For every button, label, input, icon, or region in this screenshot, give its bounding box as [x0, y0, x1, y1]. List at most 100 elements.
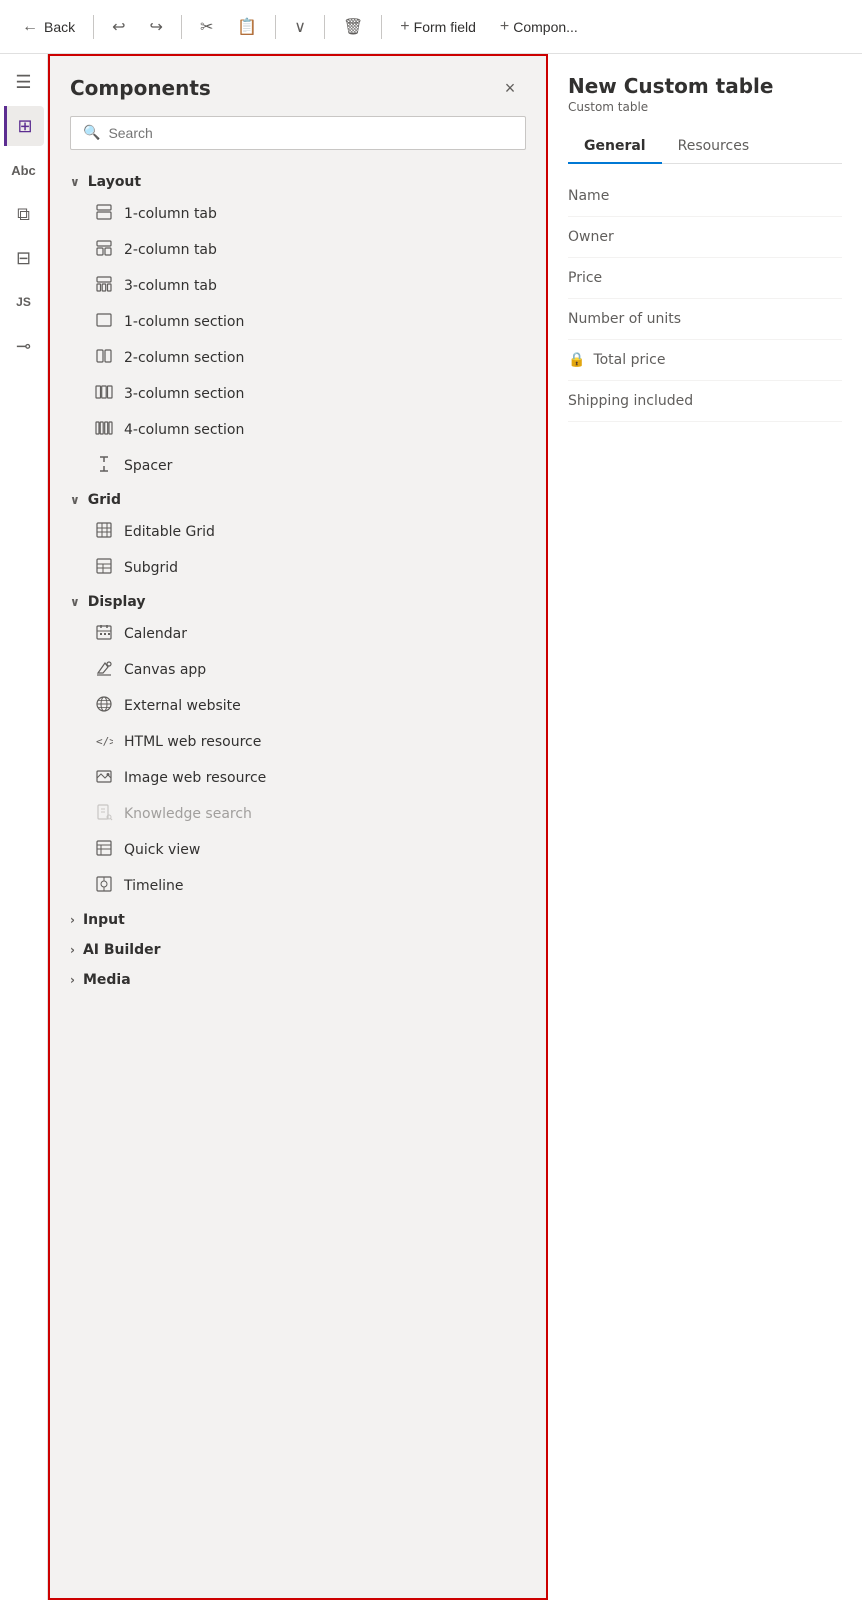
- component-image-web-resource[interactable]: Image web resource: [74, 760, 526, 796]
- table-icon: ⊟: [16, 248, 31, 269]
- canvas-app-icon: [94, 659, 114, 681]
- sidebar-grid-button[interactable]: ⊞: [4, 106, 44, 146]
- component-3-column-section[interactable]: 3-column section: [74, 376, 526, 412]
- panel-close-button[interactable]: ×: [494, 72, 526, 104]
- external-website-icon: [94, 695, 114, 717]
- panel-content: ∨ Layout 1-column tab: [50, 166, 546, 1014]
- field-price-label: Price: [568, 270, 602, 286]
- dropdown-icon: ∨: [294, 17, 306, 37]
- sidebar-text-button[interactable]: Abc: [4, 150, 44, 190]
- toolbar-divider-3: [275, 15, 276, 39]
- calendar-icon: [94, 623, 114, 645]
- component-3-column-tab[interactable]: 3-column tab: [74, 268, 526, 304]
- component-2-column-section[interactable]: 2-column section: [74, 340, 526, 376]
- back-button[interactable]: ← Back: [12, 12, 85, 42]
- cut-button[interactable]: ✂: [190, 11, 223, 43]
- toolbar-divider-4: [324, 15, 325, 39]
- component-calendar[interactable]: Calendar: [74, 616, 526, 652]
- component-html-web-resource[interactable]: </> HTML web resource: [74, 724, 526, 760]
- component-timeline[interactable]: Timeline: [74, 868, 526, 904]
- tabs: General Resources: [568, 130, 842, 164]
- field-number-of-units-label: Number of units: [568, 311, 681, 327]
- redo-icon: ↪: [150, 17, 163, 37]
- section-layout-header[interactable]: ∨ Layout: [70, 166, 526, 196]
- sidebar-hamburger-button[interactable]: ☰: [4, 62, 44, 102]
- component-2-column-section-label: 2-column section: [124, 350, 244, 366]
- component-3-column-tab-label: 3-column tab: [124, 278, 217, 294]
- tab-resources[interactable]: Resources: [662, 130, 766, 164]
- 1-column-section-icon: [94, 311, 114, 333]
- add-form-field-button[interactable]: + Form field: [390, 12, 486, 42]
- field-row-total-price: 🔒 Total price: [568, 340, 842, 381]
- plus-icon-1: +: [400, 18, 409, 36]
- component-external-website[interactable]: External website: [74, 688, 526, 724]
- field-shipping-included-label: Shipping included: [568, 393, 693, 409]
- component-quick-view[interactable]: Quick view: [74, 832, 526, 868]
- section-media-header[interactable]: › Media: [70, 964, 526, 994]
- form-field-label: Form field: [414, 19, 476, 35]
- section-display-label: Display: [88, 594, 146, 610]
- component-quick-view-label: Quick view: [124, 842, 200, 858]
- quick-view-icon: [94, 839, 114, 861]
- component-label: Compon...: [513, 19, 578, 35]
- toolbar-divider-1: [93, 15, 94, 39]
- sidebar-table-button[interactable]: ⊟: [4, 238, 44, 278]
- component-calendar-label: Calendar: [124, 626, 187, 642]
- sidebar-js-button[interactable]: JS: [4, 282, 44, 322]
- sidebar-flow-button[interactable]: ⊸: [4, 326, 44, 366]
- back-label: Back: [44, 19, 75, 35]
- section-display-header[interactable]: ∨ Display: [70, 586, 526, 616]
- component-timeline-label: Timeline: [124, 878, 184, 894]
- hamburger-icon: ☰: [15, 72, 31, 93]
- component-1-column-tab[interactable]: 1-column tab: [74, 196, 526, 232]
- grid-icon: ⊞: [17, 116, 32, 137]
- undo-button[interactable]: ↩: [102, 11, 135, 43]
- components-panel: Components × 🔍 ∨ Layout: [48, 54, 548, 1600]
- component-spacer[interactable]: Spacer: [74, 448, 526, 484]
- back-icon: ←: [22, 18, 38, 36]
- flow-icon: ⊸: [16, 336, 31, 357]
- section-input-header[interactable]: › Input: [70, 904, 526, 934]
- 3-column-section-icon: [94, 383, 114, 405]
- subgrid-icon: [94, 557, 114, 579]
- spacer-icon: [94, 455, 114, 477]
- close-icon: ×: [505, 78, 516, 99]
- search-input[interactable]: [108, 125, 513, 141]
- component-editable-grid-label: Editable Grid: [124, 524, 215, 540]
- section-grid-header[interactable]: ∨ Grid: [70, 484, 526, 514]
- tab-general-label: General: [584, 138, 646, 154]
- delete-button[interactable]: 🗑: [333, 11, 373, 43]
- cut-icon: ✂: [200, 17, 213, 37]
- delete-icon: 🗑: [343, 17, 363, 37]
- search-box: 🔍: [70, 116, 526, 150]
- component-subgrid[interactable]: Subgrid: [74, 550, 526, 586]
- chevron-right-icon-media: ›: [70, 973, 75, 987]
- toolbar: ← Back ↩ ↪ ✂ 📋 ∨ 🗑 + Form field + Compon…: [0, 0, 862, 54]
- main-layout: ☰ ⊞ Abc ⧉ ⊟ JS ⊸ Components × 🔍: [0, 54, 862, 1600]
- component-editable-grid[interactable]: Editable Grid: [74, 514, 526, 550]
- component-canvas-app[interactable]: Canvas app: [74, 652, 526, 688]
- paste-button[interactable]: 📋: [227, 11, 267, 43]
- section-ai-builder-header[interactable]: › AI Builder: [70, 934, 526, 964]
- component-2-column-tab[interactable]: 2-column tab: [74, 232, 526, 268]
- field-row-owner: Owner: [568, 217, 842, 258]
- component-image-web-resource-label: Image web resource: [124, 770, 266, 786]
- search-icon: 🔍: [83, 125, 100, 141]
- paste-icon: 📋: [237, 17, 257, 37]
- layers-icon: ⧉: [17, 204, 30, 225]
- component-4-column-section-label: 4-column section: [124, 422, 244, 438]
- chevron-right-icon-input: ›: [70, 913, 75, 927]
- 1-column-tab-icon: [94, 203, 114, 225]
- field-list: Name Owner Price Number of units 🔒 Total…: [568, 176, 842, 422]
- field-total-price-label: Total price: [593, 352, 665, 368]
- redo-button[interactable]: ↪: [140, 11, 173, 43]
- field-owner-label: Owner: [568, 229, 614, 245]
- component-1-column-section[interactable]: 1-column section: [74, 304, 526, 340]
- component-1-column-section-label: 1-column section: [124, 314, 244, 330]
- sidebar-layers-button[interactable]: ⧉: [4, 194, 44, 234]
- dropdown-button[interactable]: ∨: [284, 11, 316, 43]
- add-component-button[interactable]: + Compon...: [490, 12, 588, 42]
- tab-general[interactable]: General: [568, 130, 662, 164]
- field-name-label: Name: [568, 188, 609, 204]
- component-4-column-section[interactable]: 4-column section: [74, 412, 526, 448]
